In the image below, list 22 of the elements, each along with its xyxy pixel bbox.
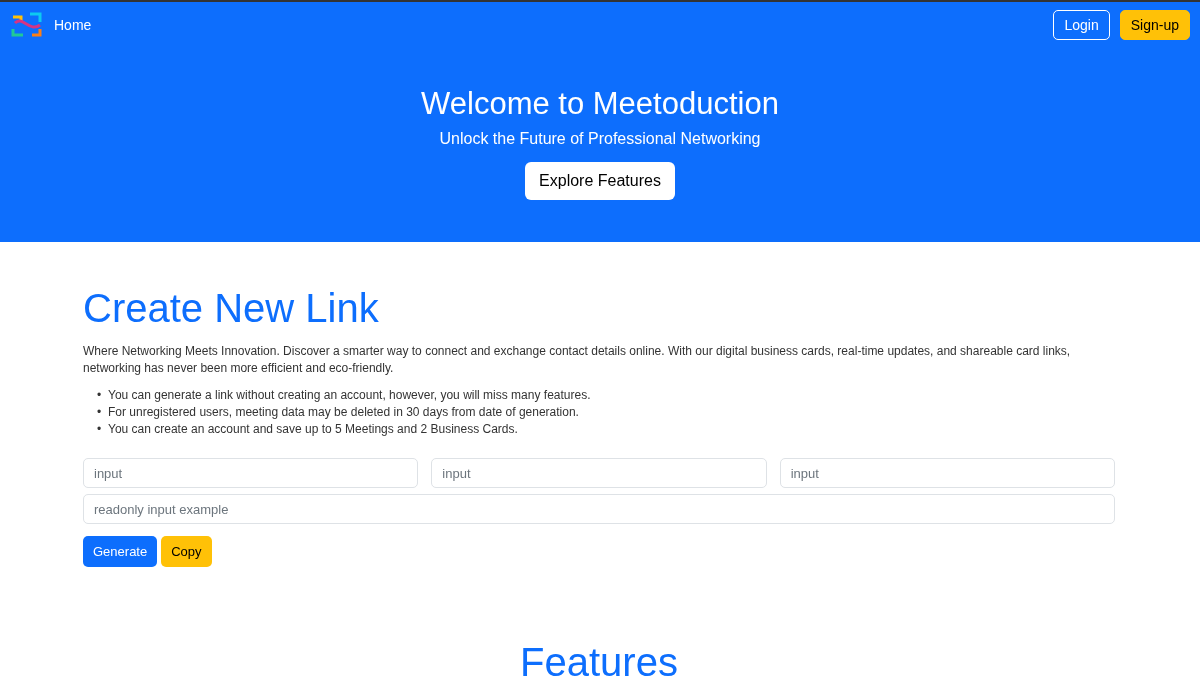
note-item: You can generate a link without creating an account, however, you will miss many features.: [108, 387, 591, 404]
generate-button[interactable]: Generate: [83, 536, 158, 567]
login-button[interactable]: Login: [1053, 10, 1110, 40]
note-item: For unregistered users, meeting data may be deleted in 30 days from date of generation.: [108, 404, 579, 421]
bullet-mark: •: [97, 387, 103, 404]
note-item: You can create an account and save up to 5 Meetings and 2 Business Cards.: [108, 421, 518, 438]
hero-subtitle: Unlock the Future of Professional Networking: [439, 130, 761, 148]
bullet-mark: •: [97, 421, 103, 438]
readonly-field[interactable]: readonly input example: [83, 494, 1115, 524]
logo-icon[interactable]: [10, 11, 44, 39]
hero-title: Welcome to Meetoduction: [421, 86, 779, 122]
intro-paragraph: Where Networking Meets Innovation. Discover a smarter way to connect and exchange contact details online. With our digital business cards, real-time updates, and shareable card links, networking has never been more efficient and eco-friendly.: [83, 343, 1072, 377]
home-link[interactable]: Home: [54, 17, 92, 33]
signup-button[interactable]: Sign-up: [1119, 10, 1190, 40]
explore-button[interactable]: Explore Features: [525, 162, 675, 200]
input-field[interactable]: input: [83, 458, 419, 488]
input-field[interactable]: input: [431, 458, 767, 488]
input-field[interactable]: input: [779, 458, 1115, 488]
section-title: Create New Link: [83, 286, 380, 331]
bullet-mark: •: [97, 404, 103, 421]
copy-button[interactable]: Copy: [161, 536, 212, 567]
features-title: Features: [519, 639, 679, 684]
